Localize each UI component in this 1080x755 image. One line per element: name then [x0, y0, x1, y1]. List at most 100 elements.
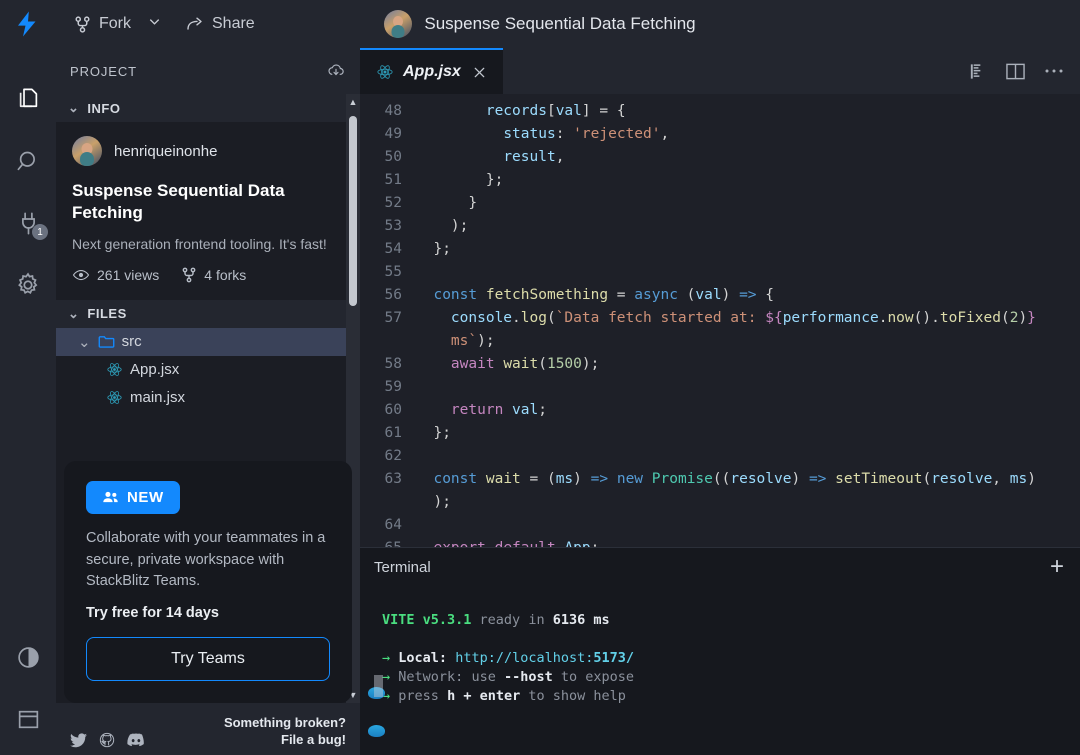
lightning-bolt-icon [18, 11, 36, 37]
file-tree-item-app-jsx[interactable]: App.jsx [56, 356, 360, 384]
views-count: 261 views [97, 266, 160, 283]
promo-highlight: Try free for 14 days [86, 605, 219, 621]
fork-dropdown-button[interactable] [141, 8, 168, 40]
split-editor-icon[interactable] [1005, 62, 1026, 81]
bug-line-2: File a bug! [281, 731, 346, 747]
file-tree: ⌄ src App.jsx main.jsx [56, 327, 360, 412]
project-panel: PROJECT ⌄ INFO henriqueinonhe Suspense S… [56, 48, 360, 755]
editor-actions [968, 48, 1080, 94]
fork-button[interactable]: Fork [66, 10, 139, 38]
people-icon [103, 492, 118, 503]
info-section-label: INFO [87, 100, 121, 116]
file-tree-item-src[interactable]: ⌄ src [56, 327, 360, 356]
files-icon[interactable] [0, 68, 56, 130]
code-text: result, [503, 149, 565, 165]
forks-stat: 4 forks [181, 267, 246, 283]
fork-icon [182, 267, 196, 283]
plus-icon[interactable]: + [1050, 555, 1064, 579]
file-label: src [121, 333, 142, 351]
forks-count: 4 forks [204, 266, 247, 283]
code-text: } [468, 195, 478, 211]
search-icon[interactable] [0, 130, 56, 192]
github-icon[interactable] [99, 732, 115, 748]
more-options-icon[interactable] [1044, 68, 1064, 74]
avatar [72, 136, 102, 166]
ready-text: ready in [479, 612, 545, 628]
layout-panel-icon[interactable] [0, 693, 56, 755]
line-number: 63 [384, 471, 402, 487]
code-line: 49 status: 'rejected', [360, 123, 1080, 146]
file-a-bug-link[interactable]: Something broken? File a bug! [224, 714, 346, 748]
theme-toggle-icon[interactable] [0, 631, 56, 693]
line-number: 58 [384, 356, 402, 372]
shell-indicator-1 [368, 675, 385, 699]
code-text: records[val] = { [485, 103, 626, 119]
activity-bar: 1 [0, 48, 56, 755]
code-line: 63 const wait = (ms) => new Promise((res… [360, 468, 1080, 491]
code-line: 62 [360, 445, 1080, 468]
line-number: 61 [384, 425, 402, 441]
project-info-title: Suspense Sequential Data Fetching [72, 181, 285, 222]
new-badge[interactable]: NEW [86, 480, 180, 514]
social-links [70, 732, 145, 748]
terminal-line-vite: VITE v5.3.1 ready in 6136 ms [382, 611, 1080, 630]
code-text: }; [485, 172, 504, 188]
files-section-header[interactable]: ⌄ FILES [56, 299, 360, 328]
plug-icon[interactable]: 1 [0, 192, 56, 254]
scrollbar-thumb[interactable] [349, 116, 357, 306]
terminal-header: Terminal + [360, 548, 1080, 586]
scroll-up-icon[interactable]: ▲ [349, 94, 358, 110]
share-label: Share [212, 15, 255, 32]
line-number: 60 [384, 402, 402, 418]
line-number: 57 [384, 310, 402, 326]
vite-version: VITE v5.3.1 [382, 612, 472, 628]
discord-icon[interactable] [127, 733, 145, 747]
promo-description: Collaborate with your teammates in a sec… [86, 529, 326, 590]
project-panel-title: PROJECT [70, 63, 137, 79]
info-user[interactable]: henriqueinonhe [72, 136, 344, 166]
line-number [360, 330, 416, 353]
info-section-header[interactable]: ⌄ INFO [56, 94, 360, 122]
code-line: ms`); [360, 330, 1080, 353]
ide-body: 1 PROJECT ⌄ INFO henriqueinonhe Suspense… [0, 48, 1080, 755]
cloud-download-icon[interactable] [326, 61, 346, 81]
try-teams-button[interactable]: Try Teams [86, 637, 330, 681]
avatar [384, 10, 413, 38]
ready-ms: 6136 ms [552, 612, 610, 628]
tab-label: App.jsx [403, 63, 461, 80]
code-line: 60 return val; [360, 399, 1080, 422]
stackblitz-logo[interactable] [0, 11, 56, 37]
plug-badge: 1 [32, 224, 48, 240]
code-text: }; [433, 425, 451, 441]
code-text: await wait(1500); [450, 356, 600, 372]
terminal-panel: Terminal + VITE v5.3.1 ready in 6136 ms … [360, 547, 1080, 755]
code-line: 56 const fetchSomething = async (val) =>… [360, 284, 1080, 307]
share-button[interactable]: Share [178, 10, 263, 38]
close-icon[interactable] [470, 65, 489, 80]
code-text: return val; [450, 402, 547, 418]
line-number [360, 491, 416, 514]
code-text: const fetchSomething = async (val) => { [433, 287, 775, 303]
code-editor[interactable]: 48 records[val] = { 49 status: 'rejected'… [360, 94, 1080, 547]
new-badge-label: NEW [127, 488, 164, 506]
bug-line-1: Something broken? [223, 714, 346, 730]
code-text: ms`); [450, 333, 495, 349]
line-number: 50 [384, 149, 402, 165]
project-info-description: Next generation frontend tooling. It's f… [72, 235, 327, 252]
gear-icon[interactable] [0, 254, 56, 316]
code-text: ); [450, 218, 469, 234]
tab-app-jsx[interactable]: App.jsx [360, 48, 503, 94]
folder-icon [98, 336, 114, 349]
code-line: 52 } [360, 192, 1080, 215]
project-panel-footer: Something broken? File a bug! [56, 703, 360, 755]
line-number: 53 [384, 218, 402, 234]
twitter-icon[interactable] [70, 732, 87, 748]
line-number: 48 [384, 103, 402, 119]
file-label: main.jsx [130, 389, 186, 407]
editor-tab-bar: App.jsx [360, 48, 1080, 94]
file-tree-item-main-jsx[interactable]: main.jsx [56, 384, 360, 412]
prettier-icon[interactable] [968, 62, 987, 81]
shell-indicator-2 [368, 725, 385, 737]
line-number: 59 [384, 379, 402, 395]
